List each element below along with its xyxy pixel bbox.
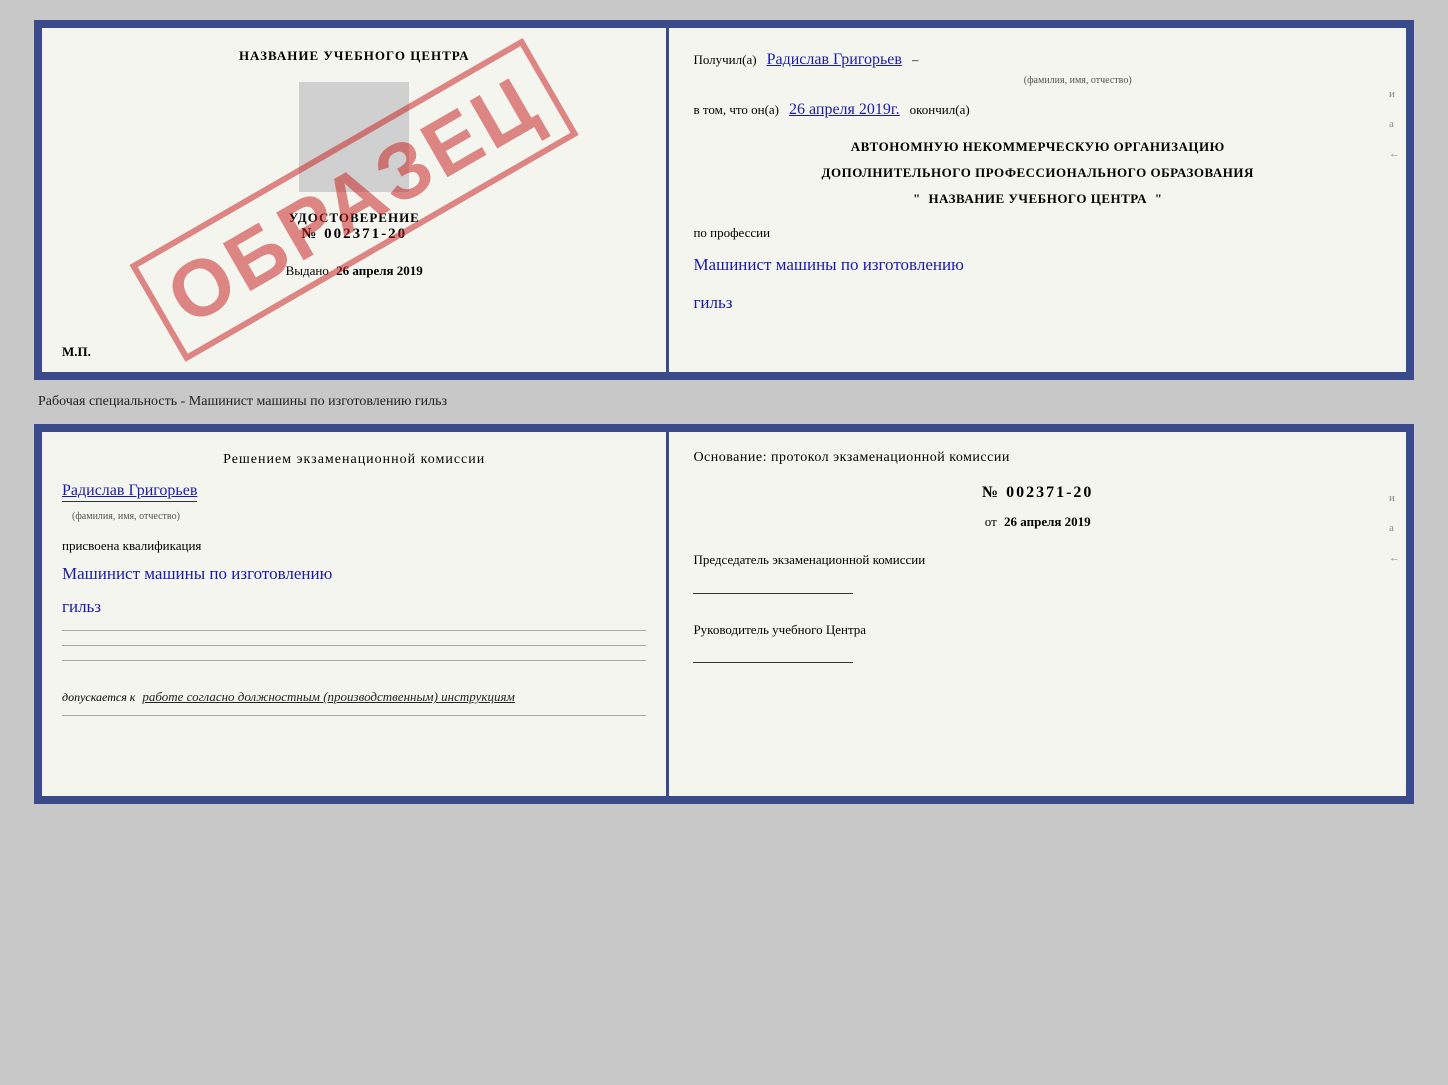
rukovoditel-block: Руководитель учебного Центра xyxy=(693,620,1382,664)
org-quote-close: " xyxy=(1155,191,1163,206)
document-wrapper: НАЗВАНИЕ УЧЕБНОГО ЦЕНТРА УДОСТОВЕРЕНИЕ №… xyxy=(34,20,1414,804)
side-marks-top: и а ← xyxy=(1389,88,1400,160)
org-line2: ДОПОЛНИТЕЛЬНОГО ПРОФЕССИОНАЛЬНОГО ОБРАЗО… xyxy=(693,165,1382,181)
po-prof-label: по профессии xyxy=(693,225,1382,241)
rukovoditel-sig-line xyxy=(693,645,853,663)
hr4 xyxy=(62,715,646,716)
bottom-document: Решением экзаменационной комиссии Радисл… xyxy=(34,424,1414,804)
doc-bottom-right: Основание: протокол экзаменационной коми… xyxy=(669,432,1406,796)
predsedatel-sig-line xyxy=(693,576,853,594)
ot-label: от xyxy=(985,514,997,529)
predsedatel-title: Председатель экзаменационной комиссии xyxy=(693,550,1382,570)
predsedatel-block: Председатель экзаменационной комиссии xyxy=(693,550,1382,594)
recipient-name: Радислав Григорьев xyxy=(767,46,902,73)
vtom-date: 26 апреля 2019г. xyxy=(789,96,900,123)
org-name-line: " НАЗВАНИЕ УЧЕБНОГО ЦЕНТРА " xyxy=(693,191,1382,207)
rukovoditel-title: Руководитель учебного Центра xyxy=(693,620,1382,640)
side-mark-2: а xyxy=(1389,118,1400,130)
school-name-top: НАЗВАНИЕ УЧЕБНОГО ЦЕНТРА xyxy=(239,48,470,64)
fio-label-top: (фамилия, имя, отчество) xyxy=(773,75,1382,86)
kvalif-name2: гильз xyxy=(62,593,646,620)
komissia-title: Решением экзаменационной комиссии xyxy=(62,452,646,468)
dopuskaetsya-label: допускается к xyxy=(62,690,135,704)
udostoverenie-title: УДОСТОВЕРЕНИЕ xyxy=(289,210,420,226)
vtomchto-label: в том, что он(а) xyxy=(693,99,779,121)
specialty-label: Рабочая специальность - Машинист машины … xyxy=(34,394,447,410)
org-quote-open: " xyxy=(913,191,921,206)
side-mark-1: и xyxy=(1389,88,1400,100)
ot-date: 26 апреля 2019 xyxy=(1004,514,1091,529)
vtom-line: в том, что он(а) 26 апреля 2019г. окончи… xyxy=(693,96,1382,123)
doc-top-right: Получил(а) Радислав Григорьев – (фамилия… xyxy=(669,28,1406,372)
bottom-side-mark-3: ← xyxy=(1389,552,1400,564)
doc-bottom-left: Решением экзаменационной комиссии Радисл… xyxy=(42,432,669,796)
bottom-side-mark-2: а xyxy=(1389,522,1400,534)
poluchil-line: Получил(а) Радислав Григорьев – xyxy=(693,46,1382,73)
hr2 xyxy=(62,645,646,646)
prisvoena-label: присвоена квалификация xyxy=(62,538,646,554)
protocol-number: № 002371-20 xyxy=(693,484,1382,502)
udostoverenie-number: № 002371-20 xyxy=(289,226,420,243)
prof-name1: Машинист машины по изготовлению xyxy=(693,251,1382,278)
vydano-date: 26 апреля 2019 xyxy=(336,263,423,278)
side-mark-3: ← xyxy=(1389,148,1400,160)
bottom-fio-label: (фамилия, имя, отчество) xyxy=(72,511,180,522)
poluchil-label: Получил(а) xyxy=(693,49,756,71)
vydano-line: Выдано 26 апреля 2019 xyxy=(286,263,423,279)
org-name: НАЗВАНИЕ УЧЕБНОГО ЦЕНТРА xyxy=(928,191,1147,206)
doc-top-left: НАЗВАНИЕ УЧЕБНОГО ЦЕНТРА УДОСТОВЕРЕНИЕ №… xyxy=(42,28,669,372)
hr3 xyxy=(62,660,646,661)
kvalif-name1: Машинист машины по изготовлению xyxy=(62,560,646,587)
dopuskaetsya-block: допускается к работе согласно должностны… xyxy=(62,689,646,705)
bottom-recipient-name: Радислав Григорьев xyxy=(62,482,197,502)
osnovaniye-title: Основание: протокол экзаменационной коми… xyxy=(693,450,1382,466)
ot-date-line: от 26 апреля 2019 xyxy=(693,514,1382,530)
mp-label: М.П. xyxy=(62,344,91,360)
org-line1: АВТОНОМНУЮ НЕКОММЕРЧЕСКУЮ ОРГАНИЗАЦИЮ xyxy=(693,139,1382,155)
side-marks-bottom: и а ← xyxy=(1389,492,1400,564)
stamp-placeholder xyxy=(299,82,409,192)
prof-name2: гильз xyxy=(693,289,1382,316)
bottom-side-mark-1: и xyxy=(1389,492,1400,504)
udostoverenie-block: УДОСТОВЕРЕНИЕ № 002371-20 xyxy=(289,210,420,243)
top-document: НАЗВАНИЕ УЧЕБНОГО ЦЕНТРА УДОСТОВЕРЕНИЕ №… xyxy=(34,20,1414,380)
okonchil-label: окончил(а) xyxy=(910,99,970,121)
vydano-label: Выдано xyxy=(286,263,329,278)
dopuskaetsya-text: работе согласно должностным (производств… xyxy=(142,689,514,704)
hr1 xyxy=(62,630,646,631)
